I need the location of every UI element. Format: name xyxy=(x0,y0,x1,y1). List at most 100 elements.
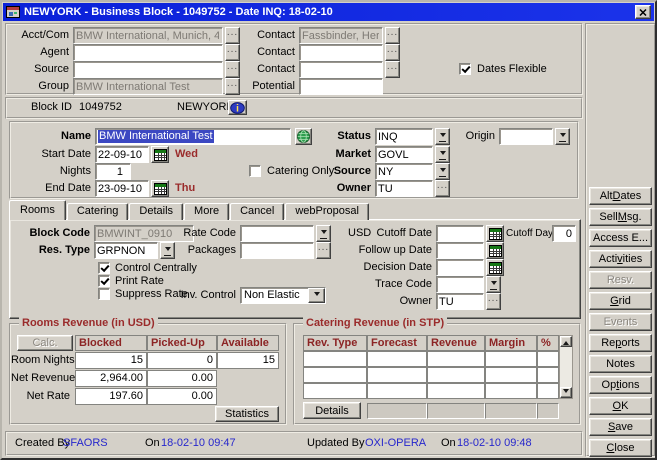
source-input[interactable] xyxy=(73,61,223,78)
owner-input[interactable] xyxy=(375,180,433,197)
catering-row-cell[interactable] xyxy=(537,351,559,367)
start-date-input[interactable] xyxy=(95,146,149,163)
inv-control-dropdown-icon[interactable] xyxy=(308,288,325,303)
catering-row-cell[interactable] xyxy=(485,383,537,399)
res-type-input[interactable] xyxy=(94,242,158,259)
catering-only-checkbox[interactable] xyxy=(249,165,261,177)
rooms-owner-lov-button[interactable]: ... xyxy=(486,293,501,310)
catering-row-cell[interactable] xyxy=(427,383,485,399)
net-revenue-blocked-cell[interactable]: 2,964.00 xyxy=(75,370,147,387)
options-button[interactable]: Options xyxy=(589,376,652,394)
status-dropdown-icon[interactable] xyxy=(435,128,450,145)
column-header-available: Available xyxy=(217,335,279,351)
details-button[interactable]: Details xyxy=(303,402,361,419)
trace-code-dropdown-icon[interactable] xyxy=(486,276,501,293)
contact1-lov-button[interactable]: ... xyxy=(385,27,400,44)
agent-input[interactable] xyxy=(73,44,223,61)
potential-input[interactable] xyxy=(299,78,383,95)
grid-button[interactable]: Grid xyxy=(589,292,652,310)
follow-up-date-input[interactable] xyxy=(436,242,484,259)
catering-row-cell[interactable] xyxy=(485,351,537,367)
catering-row-cell[interactable] xyxy=(537,383,559,399)
follow-up-date-calendar-icon[interactable] xyxy=(486,242,504,259)
catering-row-cell[interactable] xyxy=(367,383,427,399)
decision-date-input[interactable] xyxy=(436,259,484,276)
catering-row-cell[interactable] xyxy=(303,351,367,367)
net-rate-blocked-cell[interactable]: 197.60 xyxy=(75,388,147,405)
source-code-input[interactable] xyxy=(375,163,433,180)
contact2-input[interactable] xyxy=(299,44,383,61)
sell-msg-button[interactable]: Sell Msg. xyxy=(589,208,652,226)
tab-more[interactable]: More xyxy=(184,203,229,220)
scroll-up-icon[interactable] xyxy=(560,336,572,347)
packages-lov-button[interactable]: ... xyxy=(316,242,331,259)
catering-total-cell xyxy=(427,403,485,419)
close-button[interactable]: Close xyxy=(589,439,652,457)
dates-flexible-checkbox[interactable] xyxy=(459,63,471,75)
origin-dropdown-icon[interactable] xyxy=(555,128,570,145)
tab-rooms[interactable]: Rooms xyxy=(9,200,66,220)
catering-scrollbar[interactable] xyxy=(559,335,573,399)
catering-row-cell[interactable] xyxy=(367,367,427,383)
catering-row-cell[interactable] xyxy=(427,351,485,367)
origin-input[interactable] xyxy=(499,128,553,145)
cutoff-days-input[interactable] xyxy=(552,225,576,242)
tab-cancel[interactable]: Cancel xyxy=(230,203,284,220)
trace-code-input[interactable] xyxy=(436,276,484,293)
market-dropdown-icon[interactable] xyxy=(435,146,450,163)
agent-lov-button[interactable]: ... xyxy=(225,44,240,61)
ok-button[interactable]: OK xyxy=(589,397,652,415)
cutoff-date-input[interactable] xyxy=(436,225,484,242)
catering-row-cell[interactable] xyxy=(485,367,537,383)
contact3-lov-button[interactable]: ... xyxy=(385,61,400,78)
source-lov-button[interactable]: ... xyxy=(225,61,240,78)
globe-icon[interactable] xyxy=(295,128,312,145)
catering-row-cell[interactable] xyxy=(427,367,485,383)
decision-date-calendar-icon[interactable] xyxy=(486,259,504,276)
rate-code-dropdown-icon[interactable] xyxy=(316,225,331,242)
title-bar[interactable]: NEWYORK - Business Block - 1049752 - Dat… xyxy=(3,3,654,21)
start-date-calendar-icon[interactable] xyxy=(151,146,169,163)
cutoff-date-calendar-icon[interactable] xyxy=(486,225,504,242)
window-icon[interactable] xyxy=(6,5,20,19)
room-nights-blocked-cell[interactable]: 15 xyxy=(75,352,147,369)
packages-input[interactable] xyxy=(240,242,314,259)
end-date-input[interactable] xyxy=(95,180,149,197)
catering-row-cell[interactable] xyxy=(303,367,367,383)
tab-details[interactable]: Details xyxy=(129,203,183,220)
suppress-rate-checkbox[interactable] xyxy=(98,288,110,300)
catering-row-cell[interactable] xyxy=(537,367,559,383)
status-input[interactable] xyxy=(375,128,433,145)
close-icon[interactable] xyxy=(635,5,651,19)
contact3-input[interactable] xyxy=(299,61,383,78)
name-text-selection: BMW International Test xyxy=(98,130,214,143)
alt-dates-button[interactable]: Alt Dates xyxy=(589,187,652,205)
market-input[interactable] xyxy=(375,146,433,163)
reports-button[interactable]: Reports xyxy=(589,334,652,352)
scroll-down-icon[interactable] xyxy=(560,387,572,398)
rooms-owner-input[interactable] xyxy=(436,293,484,310)
notes-button[interactable]: Notes xyxy=(589,355,652,373)
access-e-button[interactable]: Access E... xyxy=(589,229,652,247)
statistics-button[interactable]: Statistics xyxy=(215,406,279,422)
inv-control-select[interactable]: Non Elastic xyxy=(240,287,326,304)
tab-catering[interactable]: Catering xyxy=(67,203,129,220)
source-dropdown-icon[interactable] xyxy=(435,163,450,180)
info-icon[interactable]: i xyxy=(228,100,247,115)
catering-row-cell[interactable] xyxy=(303,383,367,399)
activities-button[interactable]: Activities xyxy=(589,250,652,268)
contact2-lov-button[interactable]: ... xyxy=(385,44,400,61)
end-date-calendar-icon[interactable] xyxy=(151,180,169,197)
acct-com-lov-button[interactable]: ... xyxy=(225,27,240,44)
print-rate-checkbox[interactable] xyxy=(98,275,110,287)
rate-code-input[interactable] xyxy=(240,225,314,242)
group-lov-button[interactable]: ... xyxy=(225,78,240,95)
tab-webproposal[interactable]: webProposal xyxy=(285,203,369,220)
owner-lov-button[interactable]: ... xyxy=(435,180,450,197)
save-button[interactable]: Save xyxy=(589,418,652,436)
nights-input[interactable] xyxy=(95,163,131,180)
catering-row-cell[interactable] xyxy=(367,351,427,367)
control-centrally-checkbox[interactable] xyxy=(98,262,110,274)
end-weekday: Thu xyxy=(175,180,195,197)
name-input[interactable]: BMW International Test xyxy=(95,128,291,145)
